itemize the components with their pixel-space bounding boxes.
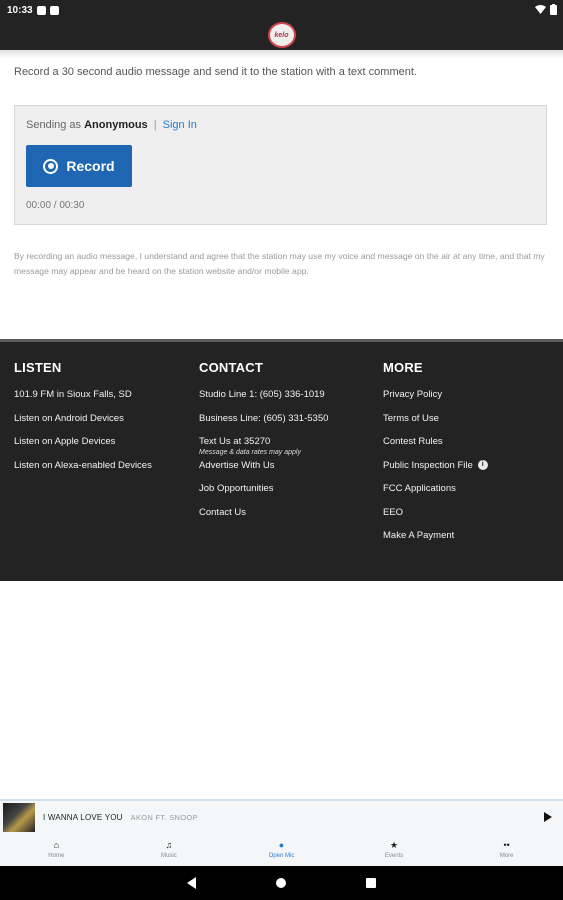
app-bar-shadow [0,50,563,59]
tab-label: More [499,853,514,859]
station-logo[interactable]: kelo [267,22,296,48]
status-bar: 10:33 [0,0,563,20]
battery-icon [550,4,557,15]
footer-link-public-file[interactable]: Public Inspection File i [383,460,488,484]
public-file-label: Public Inspection File [383,459,473,471]
disclaimer-text: By recording an audio message, I underst… [14,251,545,276]
logo-text: kelo [274,31,289,39]
footer-contact: CONTACT Studio Line 1: (605) 336-1019 Bu… [199,360,328,530]
microphone-icon: ● [278,840,285,850]
home-icon: ⌂ [53,840,60,850]
footer-link[interactable]: EEO [383,507,488,531]
footer-link[interactable]: Advertise With Us [199,460,328,484]
sd-card-icon [49,5,59,15]
footer-link[interactable]: Contact Us [199,507,328,531]
contact-heading: CONTACT [199,360,263,375]
notification-icon [36,5,46,15]
footer-link[interactable]: Make A Payment [383,530,488,554]
footer-listen: LISTEN 101.9 FM in Sioux Falls, SD Liste… [14,360,152,483]
wifi-icon [535,4,546,14]
footer-link[interactable]: 101.9 FM in Sioux Falls, SD [14,389,152,413]
home-circle-icon[interactable] [276,878,286,888]
record-timer: 00:00 / 00:30 [26,200,85,211]
record-button[interactable]: Record [26,145,132,187]
track-title: I WANNA LOVE YOU [43,813,123,822]
footer-link[interactable]: Listen on Apple Devices [14,436,152,460]
tab-music[interactable]: ♫ Music [113,834,226,866]
system-nav-bar [0,866,563,900]
text-rates-note: Message & data rates may apply [199,448,301,456]
footer-more: MORE Privacy Policy Terms of Use Contest… [383,360,488,554]
tab-label: Open Mic [268,853,295,859]
tab-home[interactable]: ⌂ Home [0,834,113,866]
footer-link[interactable]: Terms of Use [383,413,488,437]
tab-label: Events [384,853,404,859]
app-bar: kelo [0,20,563,50]
sending-prefix: Sending as [26,119,82,131]
recents-icon[interactable] [366,878,376,888]
back-icon[interactable] [187,877,196,889]
sending-user: Anonymous [84,119,148,131]
separator: | [153,119,157,131]
sending-as: Sending as Anonymous | Sign In [26,119,197,131]
tab-label: Music [161,853,177,859]
tab-label: Home [48,853,65,859]
record-label: Record [66,158,115,174]
music-note-icon: ♫ [165,840,173,850]
tab-open-mic[interactable]: ● Open Mic [225,834,338,866]
tab-more[interactable]: •• More [450,834,563,866]
track-artist: AKON FT. SNOOP [130,813,198,822]
now-playing-bar[interactable]: I WANNA LOVE YOU AKON FT. SNOOP [0,799,563,834]
record-icon [43,158,59,174]
footer-link[interactable]: Business Line: (605) 331-5350 [199,413,328,437]
more-icon: •• [503,840,510,850]
bottom-nav: ⌂ Home ♫ Music ● Open Mic ★ Events •• Mo… [0,834,563,866]
footer-link[interactable]: Listen on Android Devices [14,413,152,437]
star-icon: ★ [390,840,399,850]
footer-link[interactable]: Listen on Alexa-enabled Devices [14,460,152,484]
sign-in-link[interactable]: Sign In [163,119,197,131]
record-panel: Sending as Anonymous | Sign In Record 00… [14,105,547,225]
footer-link[interactable]: Contest Rules [383,436,488,460]
album-art [3,803,35,832]
site-footer: LISTEN 101.9 FM in Sioux Falls, SD Liste… [0,339,563,581]
listen-heading: LISTEN [14,360,62,375]
status-time: 10:33 [7,4,33,16]
more-heading: MORE [383,360,423,375]
intro-text: Record a 30 second audio message and sen… [14,66,417,78]
footer-link[interactable]: Privacy Policy [383,389,488,413]
footer-link[interactable]: FCC Applications [383,483,488,507]
info-icon[interactable]: i [477,459,488,470]
play-icon[interactable] [544,812,552,822]
footer-link[interactable]: Studio Line 1: (605) 336-1019 [199,389,328,413]
tab-events[interactable]: ★ Events [338,834,451,866]
footer-link[interactable]: Job Opportunities [199,483,328,507]
